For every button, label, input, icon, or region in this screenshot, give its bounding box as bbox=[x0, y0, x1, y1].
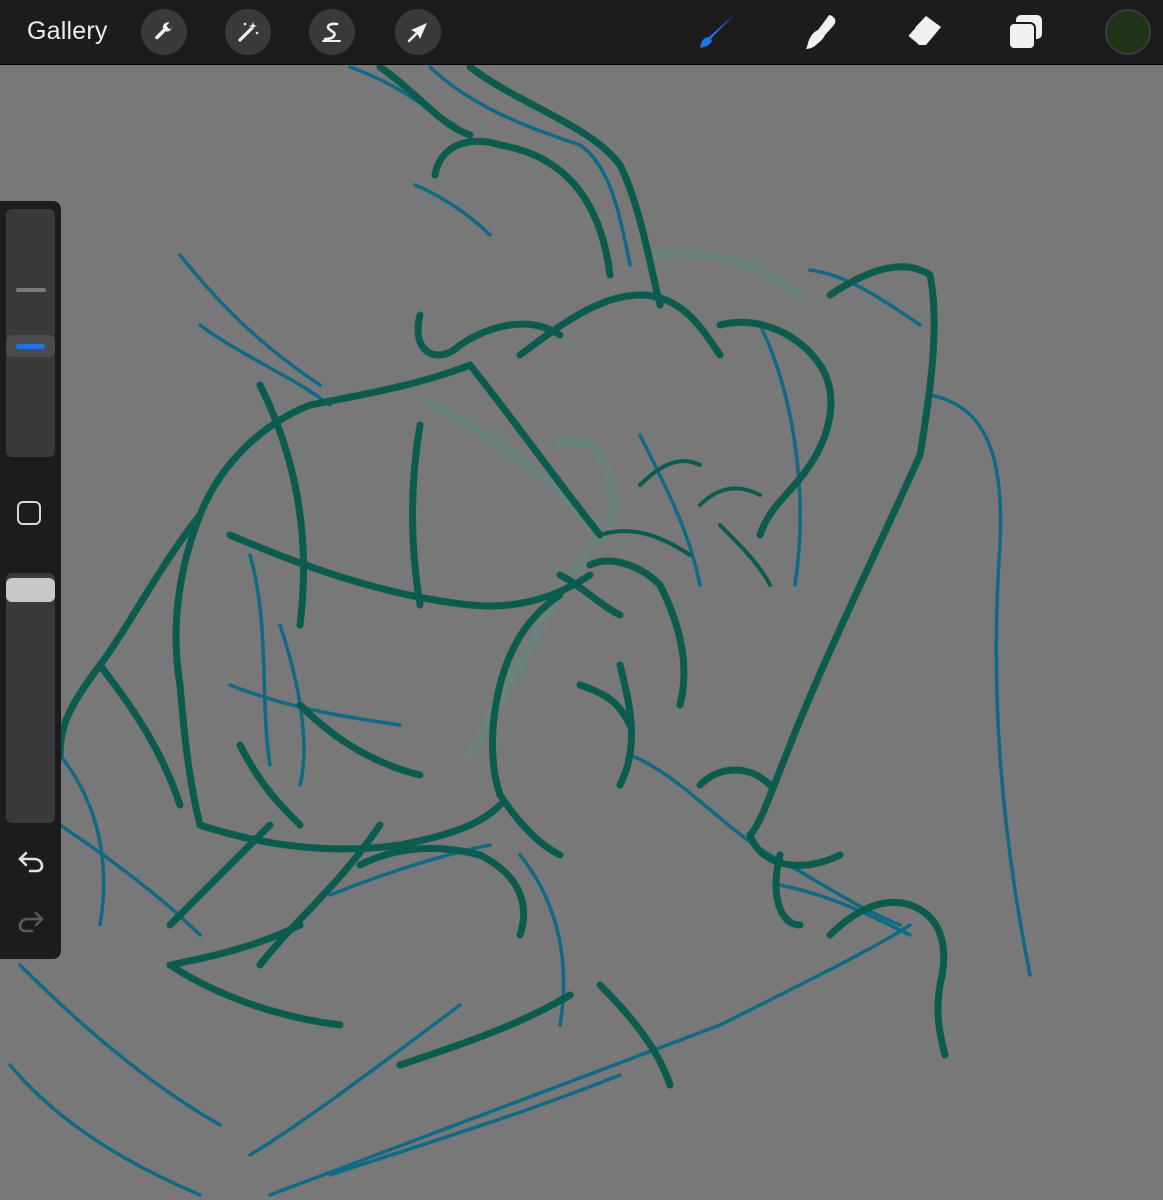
brush-opacity-handle[interactable] bbox=[6, 578, 55, 602]
eraser-icon[interactable] bbox=[903, 12, 943, 52]
brush-size-slider[interactable] bbox=[6, 209, 55, 457]
undo-arrow-icon[interactable] bbox=[16, 849, 46, 873]
brush-size-handle[interactable] bbox=[6, 335, 55, 357]
square-icon[interactable] bbox=[17, 501, 41, 525]
arrow-cursor-icon[interactable] bbox=[395, 9, 441, 55]
top-toolbar: Gallery bbox=[0, 0, 1163, 65]
redo-arrow-icon[interactable] bbox=[16, 909, 46, 933]
brush-icon[interactable] bbox=[697, 12, 737, 52]
magic-wand-icon[interactable] bbox=[225, 9, 271, 55]
smudge-icon[interactable] bbox=[800, 12, 840, 52]
wrench-icon[interactable] bbox=[141, 9, 187, 55]
gallery-button[interactable]: Gallery bbox=[27, 17, 108, 46]
sidebar bbox=[0, 201, 61, 959]
drawing-canvas[interactable] bbox=[0, 65, 1163, 1200]
layers-icon[interactable] bbox=[1005, 12, 1045, 52]
selection-s-icon[interactable] bbox=[309, 9, 355, 55]
size-slider-icon bbox=[16, 288, 46, 292]
color-picker-button[interactable] bbox=[1105, 9, 1151, 55]
brush-opacity-slider[interactable] bbox=[6, 573, 55, 823]
sketch-artwork bbox=[8, 65, 1032, 1197]
